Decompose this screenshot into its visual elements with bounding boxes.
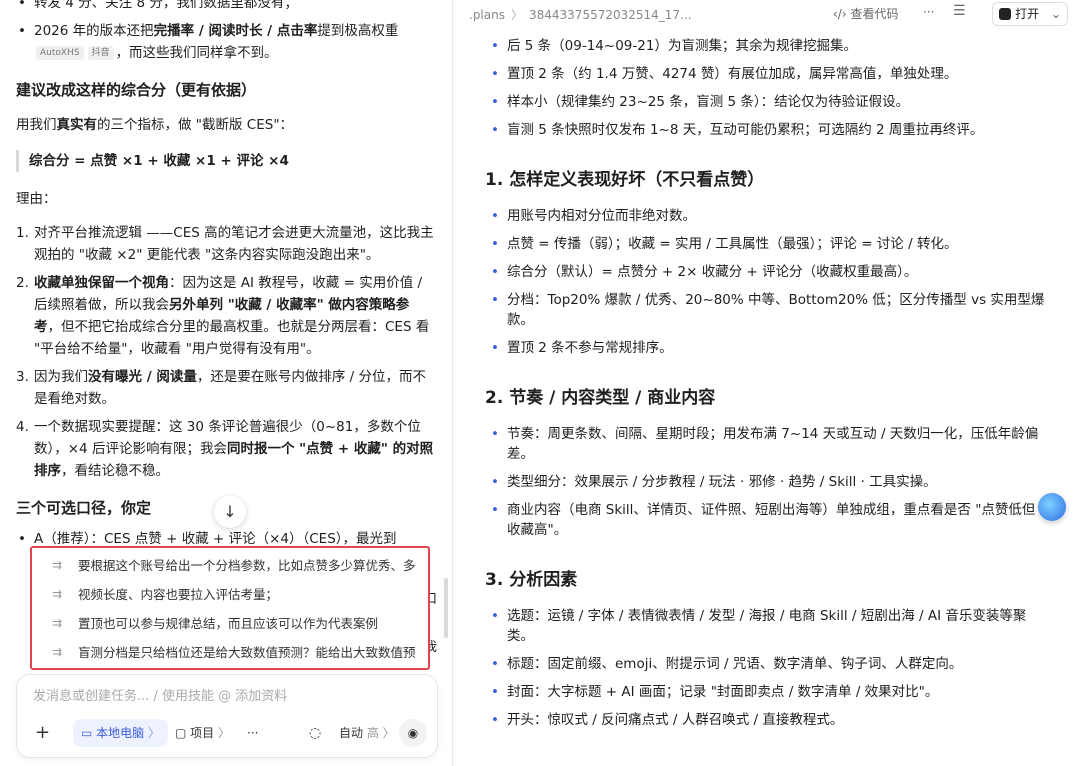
- chevron-right-icon: 〉: [378, 726, 395, 740]
- document-toolbar: .plans 〉 38443375572032514_17... ‹/› 查看代码 …: [453, 0, 1080, 28]
- more-options-button[interactable]: ···: [247, 719, 258, 747]
- stop-icon: ◉: [407, 726, 419, 740]
- doc-bullet: 类型细分：效果展示 / 分步教程 / 玩法 · 邪修 · 趋势 / Skill …: [485, 472, 1045, 492]
- mode-selector[interactable]: 自动 高 〉: [339, 719, 395, 747]
- plus-icon: +: [35, 722, 51, 743]
- local-computer-button[interactable]: ▭ 本地电脑 〉: [73, 719, 169, 747]
- add-button[interactable]: +: [35, 719, 50, 747]
- arrow-down-icon: ↓: [223, 502, 237, 521]
- doc-bullet: 点赞 = 传播（弱）；收藏 = 实用 / 工具属性（最强）；评论 = 讨论 / …: [485, 234, 1045, 254]
- reason-label: 理由：: [16, 191, 57, 207]
- chat-paragraph: 用我们真实有的三个指标，做 "截断版 CES"：: [16, 117, 294, 133]
- breadcrumb-folder[interactable]: .plans: [469, 8, 505, 22]
- chat-message: 转发 4 分、关注 8 分，我们数据里都没有； 2026 年的版本还把完播率 /…: [16, 0, 436, 550]
- code-icon: ‹/›: [833, 7, 847, 21]
- section-title: 3. 分析因素: [485, 570, 578, 590]
- scroll-to-bottom-button[interactable]: ↓: [214, 496, 246, 528]
- project-button[interactable]: ▢ 项目 〉: [175, 719, 230, 747]
- chevron-right-icon: 〉: [144, 726, 161, 740]
- stop-button[interactable]: ◉: [399, 719, 427, 747]
- doc-bullet: 开头：惊叹式 / 反问痛点式 / 人群召唤式 / 直接教程式。: [485, 710, 1045, 730]
- suggestion-icon: ⇉: [52, 616, 63, 630]
- source-tag[interactable]: 抖音: [87, 46, 114, 60]
- menu-icon[interactable]: ☰: [953, 3, 966, 19]
- suggestion-icon: ⇉: [52, 645, 63, 659]
- doc-bullet: 选题：运镜 / 字体 / 表情微表情 / 发型 / 海报 / 电商 Skill …: [485, 606, 1045, 646]
- document-content: 后 5 条（09-14~09-21）为盲测集；其余为规律挖掘集。 置顶 2 条（…: [485, 36, 1045, 738]
- chevron-right-icon: 〉: [214, 726, 231, 740]
- suggestion-item[interactable]: ⇉ 盲测分档是只给档位还是给大致数值预测？能给出大致数值预: [32, 638, 428, 667]
- suggestion-item[interactable]: ⇉ 置顶也可以参与规律总结，而且应该可以作为代表案例: [32, 609, 428, 638]
- doc-bullet: 置顶 2 条（约 1.4 万赞、4274 赞）有展位加成，属异常高值，单独处理。: [485, 64, 1045, 84]
- chat-pane: 转发 4 分、关注 8 分，我们数据里都没有； 2026 年的版本还把完播率 /…: [0, 0, 452, 766]
- doc-bullet: 节奏：周更条数、间隔、星期时段；用发布满 7~14 天或互动 / 天数归一化，压…: [485, 424, 1045, 464]
- reason-item: 3. 因为我们没有曝光 / 阅读量，还是要在账号内做排序 / 分位，而不是看绝对…: [16, 369, 426, 407]
- view-code-button[interactable]: ‹/› 查看代码: [833, 5, 898, 22]
- breadcrumb-file[interactable]: 38443375572032514_17...: [529, 8, 692, 22]
- chat-bullet: 转发 4 分、关注 8 分，我们数据里都没有；: [16, 0, 436, 14]
- section-title: 1. 怎样定义表现好坏（不只看点赞）: [485, 170, 765, 190]
- chevron-down-icon[interactable]: ⌄: [1051, 7, 1061, 21]
- message-composer: 发消息或创建任务... / 使用技能 @ 添加资料 + ▭ 本地电脑 〉 ▢ 项…: [16, 674, 438, 758]
- suggestion-item[interactable]: ⇉ 要根据这个账号给出一个分档参数，比如点赞多少算优秀、多: [32, 551, 428, 580]
- doc-bullet: 标题：固定前缀、emoji、附提示词 / 咒语、数字清单、钩子词、人群定向。: [485, 654, 1045, 674]
- doc-bullet: 样本小（规律集约 23~25 条，盲测 5 条）：结论仅为待验证假设。: [485, 92, 1045, 112]
- formula-quote: 综合分 = 点赞 ×1 + 收藏 ×1 + 评论 ×4: [16, 150, 436, 172]
- composer-toolbar: + ▭ 本地电脑 〉 ▢ 项目 〉 ··· ◌ 自动 高 〉 ◉: [29, 719, 427, 747]
- more-button[interactable]: ···: [923, 5, 934, 19]
- chevron-right-icon: 〉: [510, 8, 523, 22]
- suggestion-item[interactable]: ⇉ 视频长度、内容也要拉入评估考量；: [32, 580, 428, 609]
- breadcrumb: .plans 〉 38443375572032514_17...: [469, 6, 692, 23]
- section-title: 2. 节奏 / 内容类型 / 商业内容: [485, 388, 716, 408]
- reason-item: 2. 收藏单独保留一个视角：因为这是 AI 教程号，收藏 = 实用价值 / 后续…: [16, 275, 430, 357]
- chat-scrollbar[interactable]: [444, 578, 448, 638]
- reason-item: 1. 对齐平台推流逻辑 ——CES 高的笔记才会进更大流量池，这比我主观拍的 "…: [16, 225, 434, 263]
- message-input[interactable]: 发消息或创建任务... / 使用技能 @ 添加资料: [33, 685, 287, 704]
- chat-heading: 建议改成这样的综合分（更有依据）: [16, 81, 257, 99]
- laptop-icon: ▭: [81, 726, 93, 740]
- doc-bullet: 用账号内相对分位而非绝对数。: [485, 206, 1045, 226]
- doc-bullet: 分档：Top20% 爆款 / 优秀、20~80% 中等、Bottom20% 低；…: [485, 290, 1045, 330]
- doc-bullet: 封面：大字标题 + AI 画面；记录 "封面即卖点 / 数字清单 / 效果对比"…: [485, 682, 1045, 702]
- source-tag[interactable]: AutoXHS: [36, 46, 84, 60]
- suggestion-icon: ⇉: [52, 558, 63, 572]
- doc-bullet: 后 5 条（09-14~09-21）为盲测集；其余为规律挖掘集。: [485, 36, 1045, 56]
- doc-bullet: 置顶 2 条不参与常规排序。: [485, 338, 1045, 358]
- loading-spinner-icon: ◌: [309, 725, 322, 741]
- reason-item: 4. 一个数据现实要提醒：这 30 条评论普遍很少（0~81，多数个位数），×4…: [16, 419, 434, 479]
- chat-bullet: 2026 年的版本还把完播率 / 阅读时长 / 点击率提到极高权重 AutoXH…: [16, 20, 436, 64]
- assistant-float-button[interactable]: [1038, 493, 1066, 521]
- doc-bullet: 综合分（默认）= 点赞分 + 2× 收藏分 + 评论分（收藏权重最高）。: [485, 262, 1045, 282]
- suggestion-icon: ⇉: [52, 587, 63, 601]
- doc-bullet: 商业内容（电商 Skill、详情页、证件照、短剧出海等）单独成组，重点看是否 "…: [485, 500, 1045, 540]
- app-icon: [999, 8, 1012, 20]
- document-pane: .plans 〉 38443375572032514_17... ‹/› 查看代码 …: [453, 0, 1080, 766]
- folder-icon: ▢: [175, 726, 187, 740]
- doc-bullet: 盲测 5 条快照时仅发布 1~8 天，互动可能仍累积；可选隔约 2 周重拉再终评…: [485, 120, 1045, 140]
- suggestion-list: ⇉ 要根据这个账号给出一个分档参数，比如点赞多少算优秀、多 ⇉ 视频长度、内容也要拉…: [30, 546, 430, 670]
- open-button[interactable]: 打开 ⌄: [992, 2, 1068, 26]
